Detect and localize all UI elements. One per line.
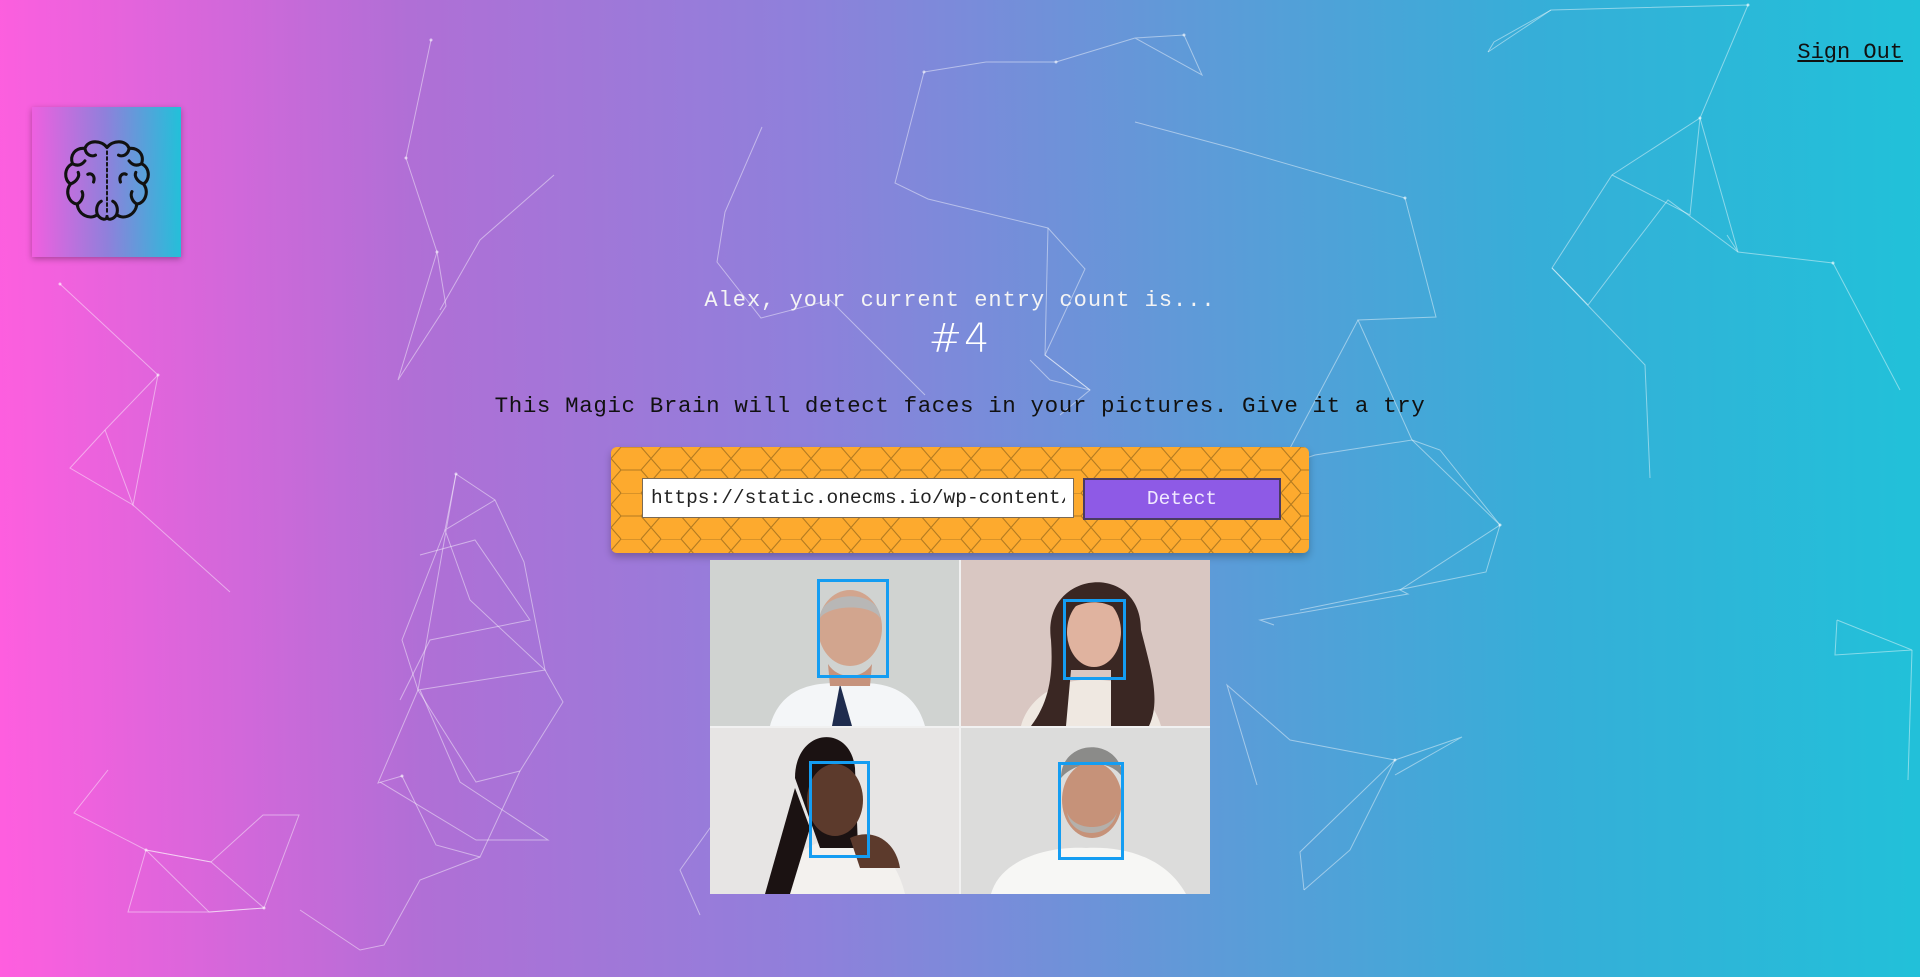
face-box-4 [1058,762,1124,860]
app-logo [32,107,181,257]
image-url-input[interactable] [642,478,1074,518]
detect-button[interactable]: Detect [1083,478,1281,520]
brain-icon [63,140,150,221]
description-text: This Magic Brain will detect faces in yo… [494,393,1426,419]
image-link-form: Detect [611,447,1309,553]
rank-message: Alex, your current entry count is... [704,288,1216,313]
entry-count: #4 [928,316,992,362]
face-box-2 [1063,599,1126,680]
face-box-3 [809,761,870,858]
result-image [710,560,1210,894]
sign-out-link[interactable]: Sign Out [1797,40,1903,65]
face-box-1 [817,579,889,678]
